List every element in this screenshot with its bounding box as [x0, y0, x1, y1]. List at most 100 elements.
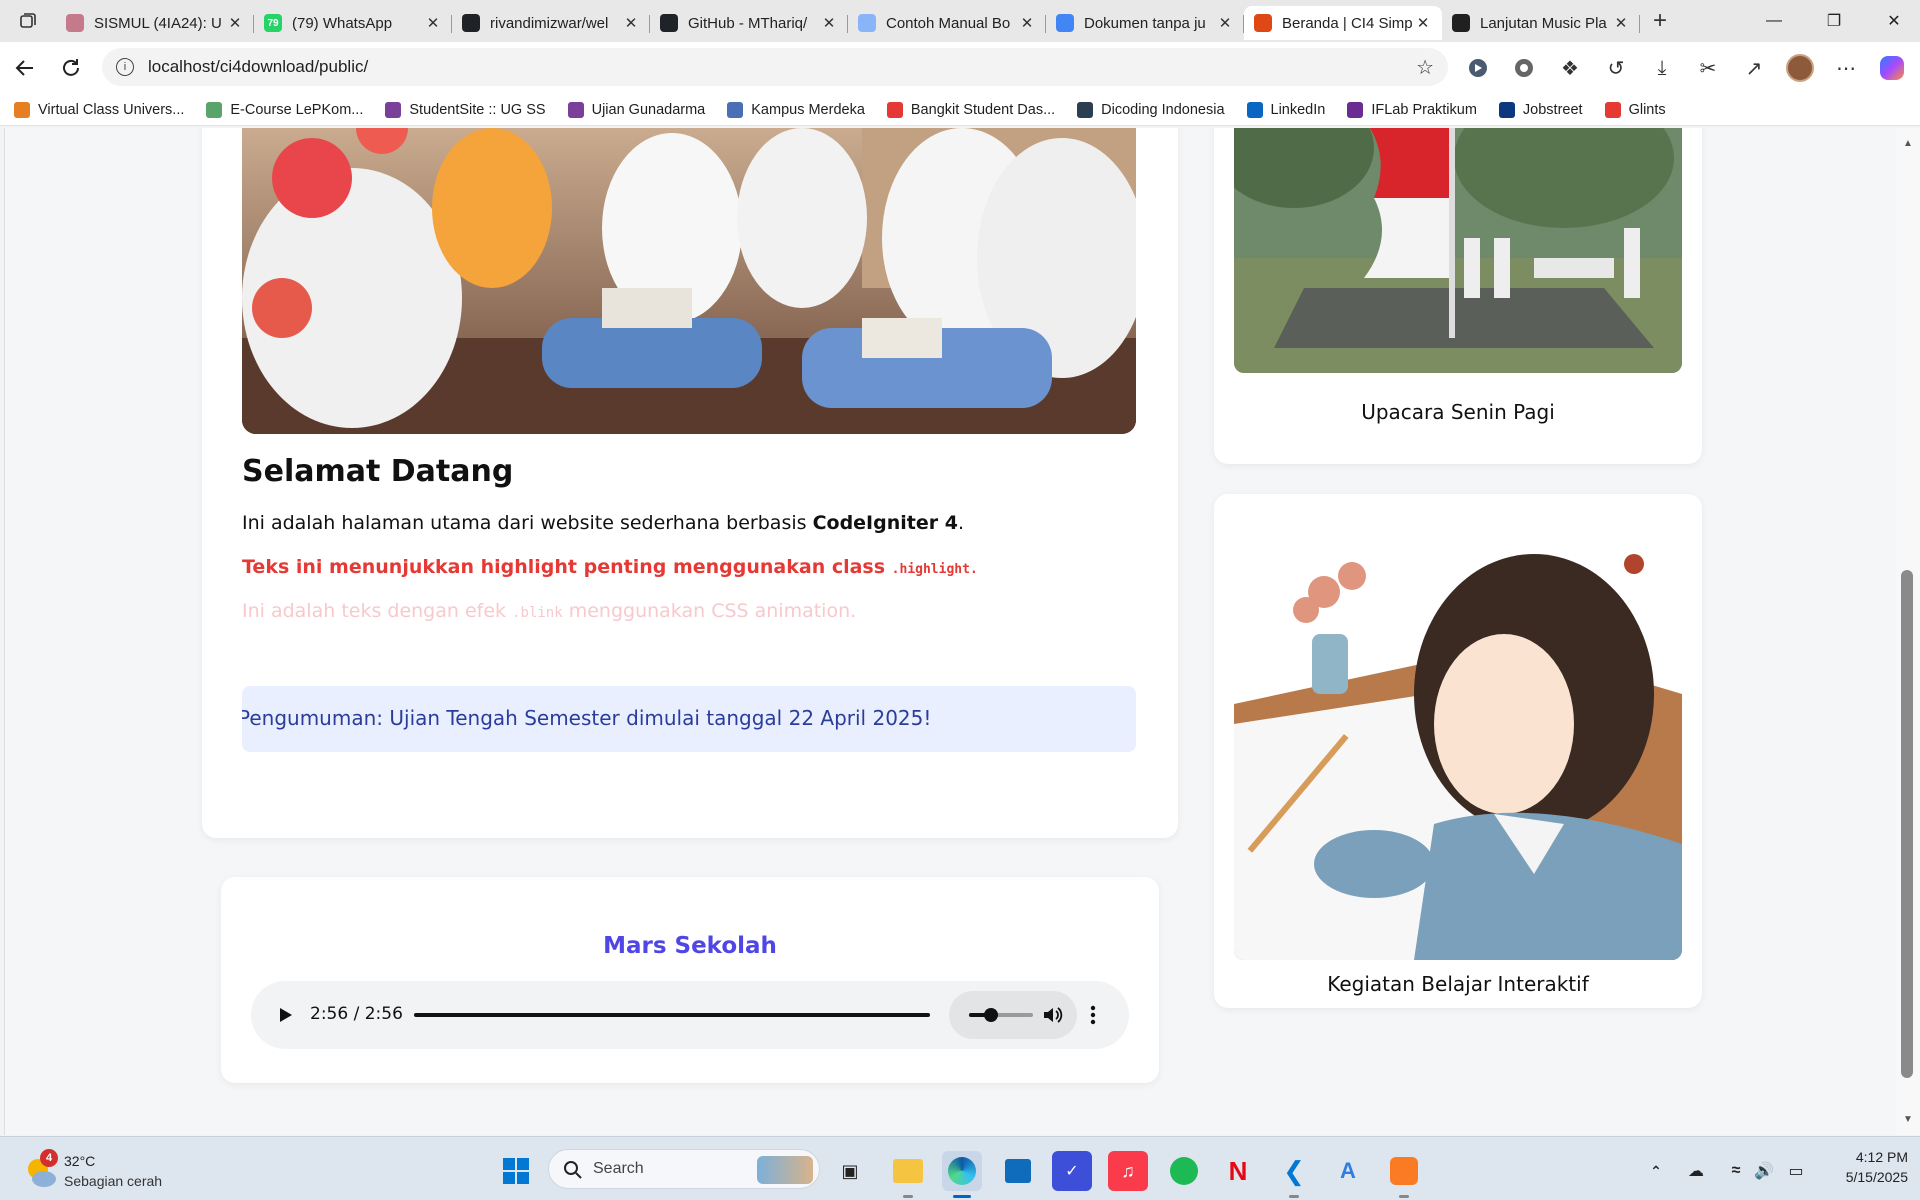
highlight-label: Teks ini menunjukkan highlight penting m… — [242, 556, 892, 578]
bookmark-item[interactable]: Glints — [1604, 101, 1666, 118]
tab-bar: SISMUL (4IA24): U ✕ 79 (79) WhatsApp ✕ rivand… — [0, 0, 1920, 42]
back-button[interactable] — [2, 48, 48, 88]
search-highlight-icon — [757, 1156, 813, 1184]
scroll-down-arrow-icon[interactable]: ▼ — [1903, 1114, 1913, 1125]
file-explorer-icon[interactable] — [888, 1151, 928, 1198]
audio-card: Mars Sekolah 2:56 / 2:56 — [221, 877, 1159, 1083]
restore-button[interactable]: ❐ — [1804, 0, 1864, 42]
volume-knob[interactable] — [984, 1008, 999, 1022]
azure-data-studio-icon[interactable]: A — [1328, 1151, 1368, 1191]
volume-slider[interactable] — [969, 1008, 1033, 1022]
tab-title: rivandimizwar/wel — [490, 14, 609, 32]
refresh-button[interactable] — [48, 48, 94, 88]
close-tab-icon[interactable]: ✕ — [1018, 14, 1036, 32]
browser-tab[interactable]: rivandimizwar/wel ✕ — [452, 6, 650, 40]
edge-browser-icon[interactable] — [942, 1151, 982, 1198]
close-tab-icon[interactable]: ✕ — [1414, 14, 1432, 32]
new-tab-button[interactable]: + — [1640, 7, 1680, 35]
xampp-icon[interactable] — [1384, 1151, 1424, 1198]
spotify-icon[interactable] — [1164, 1151, 1204, 1191]
share-icon[interactable]: ↗ — [1738, 52, 1770, 84]
intro-bold: CodeIgniter 4 — [812, 512, 958, 534]
bookmark-item[interactable]: Bangkit Student Das... — [886, 101, 1055, 118]
screenshot-icon[interactable]: ✂ — [1692, 52, 1724, 84]
more-menu-icon[interactable]: ⋯ — [1830, 52, 1862, 84]
bookmark-item[interactable]: Jobstreet — [1498, 101, 1583, 118]
close-window-button[interactable]: ✕ — [1864, 0, 1920, 42]
bookmark-favicon-icon — [1077, 101, 1094, 118]
weather-widget[interactable]: 4 32°C Sebagian cerah — [24, 1149, 184, 1193]
close-tab-icon[interactable]: ✕ — [1612, 14, 1630, 32]
copilot-icon[interactable] — [1876, 52, 1908, 84]
address-bar[interactable]: i localhost/ci4download/public/ ☆ — [102, 48, 1448, 86]
volume-icon[interactable] — [1041, 1004, 1063, 1031]
task-view-icon[interactable]: ▣ — [830, 1151, 870, 1191]
bookmark-item[interactable]: E-Course LePKom... — [206, 101, 363, 118]
show-hidden-icons-chevron-icon[interactable]: ⌃ — [1636, 1151, 1676, 1191]
url-text[interactable]: localhost/ci4download/public/ — [148, 57, 1416, 77]
bookmark-label: Virtual Class Univers... — [38, 101, 185, 118]
shield-extension-icon[interactable] — [1508, 52, 1540, 84]
tab-title: (79) WhatsApp — [292, 14, 393, 32]
blink-prefix: Ini adalah teks dengan efek — [242, 600, 513, 622]
extensions-puzzle-icon[interactable]: ❖ — [1554, 52, 1586, 84]
workspaces-icon[interactable] — [0, 0, 56, 42]
browser-tab[interactable]: Beranda | CI4 Simp ✕ — [1244, 6, 1442, 40]
gallery-card-1: Upacara Senin Pagi — [1214, 128, 1702, 464]
tab-favicon-icon — [1254, 14, 1272, 32]
browser-tab[interactable]: Lanjutan Music Pla ✕ — [1442, 6, 1640, 40]
audio-progress-bar[interactable] — [414, 1013, 930, 1017]
bookmark-item[interactable]: StudentSite :: UG SS — [385, 101, 546, 118]
main-content-card: Selamat Datang Ini adalah halaman utama … — [202, 128, 1178, 838]
minimize-button[interactable]: — — [1744, 0, 1804, 42]
history-icon[interactable]: ↺ — [1600, 52, 1632, 84]
close-tab-icon[interactable]: ✕ — [622, 14, 640, 32]
bookmark-label: IFLab Praktikum — [1371, 101, 1477, 118]
bookmark-favicon-icon — [14, 101, 30, 118]
profile-avatar[interactable] — [1784, 52, 1816, 84]
more-options-icon[interactable] — [1089, 1003, 1097, 1027]
favorite-star-icon[interactable]: ☆ — [1416, 55, 1434, 80]
close-tab-icon[interactable]: ✕ — [820, 14, 838, 32]
gallery-caption-2: Kegiatan Belajar Interaktif — [1327, 972, 1589, 996]
intro-prefix: Ini adalah halaman utama dari website se… — [242, 512, 813, 534]
bookmark-item[interactable]: Virtual Class Univers... — [14, 101, 185, 118]
bookmark-item[interactable]: Ujian Gunadarma — [567, 101, 705, 118]
downloads-icon[interactable]: ⤓ — [1646, 52, 1678, 84]
scrollbar-thumb[interactable] — [1901, 570, 1913, 1078]
play-button[interactable] — [273, 1003, 297, 1027]
site-info-icon[interactable]: i — [116, 58, 134, 76]
tab-favicon-icon — [66, 14, 84, 32]
security-status-icon[interactable]: ☁ — [1676, 1151, 1716, 1191]
close-tab-icon[interactable]: ✕ — [424, 14, 442, 32]
bookmark-item[interactable]: Dicoding Indonesia — [1077, 101, 1225, 118]
bookmarks-bar: Virtual Class Univers... E-Course LePKom.… — [0, 94, 1920, 126]
netflix-icon[interactable]: N — [1218, 1151, 1258, 1191]
close-tab-icon[interactable]: ✕ — [1216, 14, 1234, 32]
browser-tab[interactable]: GitHub - MThariq/ ✕ — [650, 6, 848, 40]
microsoft-store-icon[interactable] — [998, 1151, 1038, 1191]
browser-tab[interactable]: SISMUL (4IA24): U ✕ — [56, 6, 254, 40]
close-tab-icon[interactable]: ✕ — [226, 14, 244, 32]
page-scrollbar[interactable]: ▲ ▼ — [1896, 128, 1920, 1135]
browser-tab[interactable]: 79 (79) WhatsApp ✕ — [254, 6, 452, 40]
start-button[interactable] — [496, 1151, 536, 1191]
clock[interactable]: 4:12 PM 5/15/2025 — [1818, 1149, 1908, 1185]
apple-music-icon[interactable]: ♫ — [1108, 1151, 1148, 1191]
taskbar-search-box[interactable]: Search — [548, 1149, 820, 1189]
audio-title: Mars Sekolah — [603, 933, 777, 959]
bookmark-favicon-icon — [1347, 101, 1364, 118]
bookmark-favicon-icon — [1604, 101, 1621, 118]
vscode-icon[interactable]: ❮ — [1274, 1151, 1314, 1198]
bookmark-item[interactable]: IFLab Praktikum — [1347, 101, 1477, 118]
browser-tab[interactable]: Dokumen tanpa ju ✕ — [1046, 6, 1244, 40]
extension-icon[interactable] — [1462, 52, 1494, 84]
bookmark-item[interactable]: LinkedIn — [1246, 101, 1325, 118]
browser-tab[interactable]: Contoh Manual Bo ✕ — [848, 6, 1046, 40]
bookmark-item[interactable]: Kampus Merdeka — [727, 101, 865, 118]
battery-icon[interactable]: ▭ — [1776, 1151, 1816, 1191]
bookmark-favicon-icon — [1498, 101, 1515, 118]
scroll-up-arrow-icon[interactable]: ▲ — [1903, 138, 1913, 149]
visual-studio-icon[interactable]: ✓ — [1052, 1151, 1092, 1191]
hero-students-image — [242, 128, 1136, 434]
